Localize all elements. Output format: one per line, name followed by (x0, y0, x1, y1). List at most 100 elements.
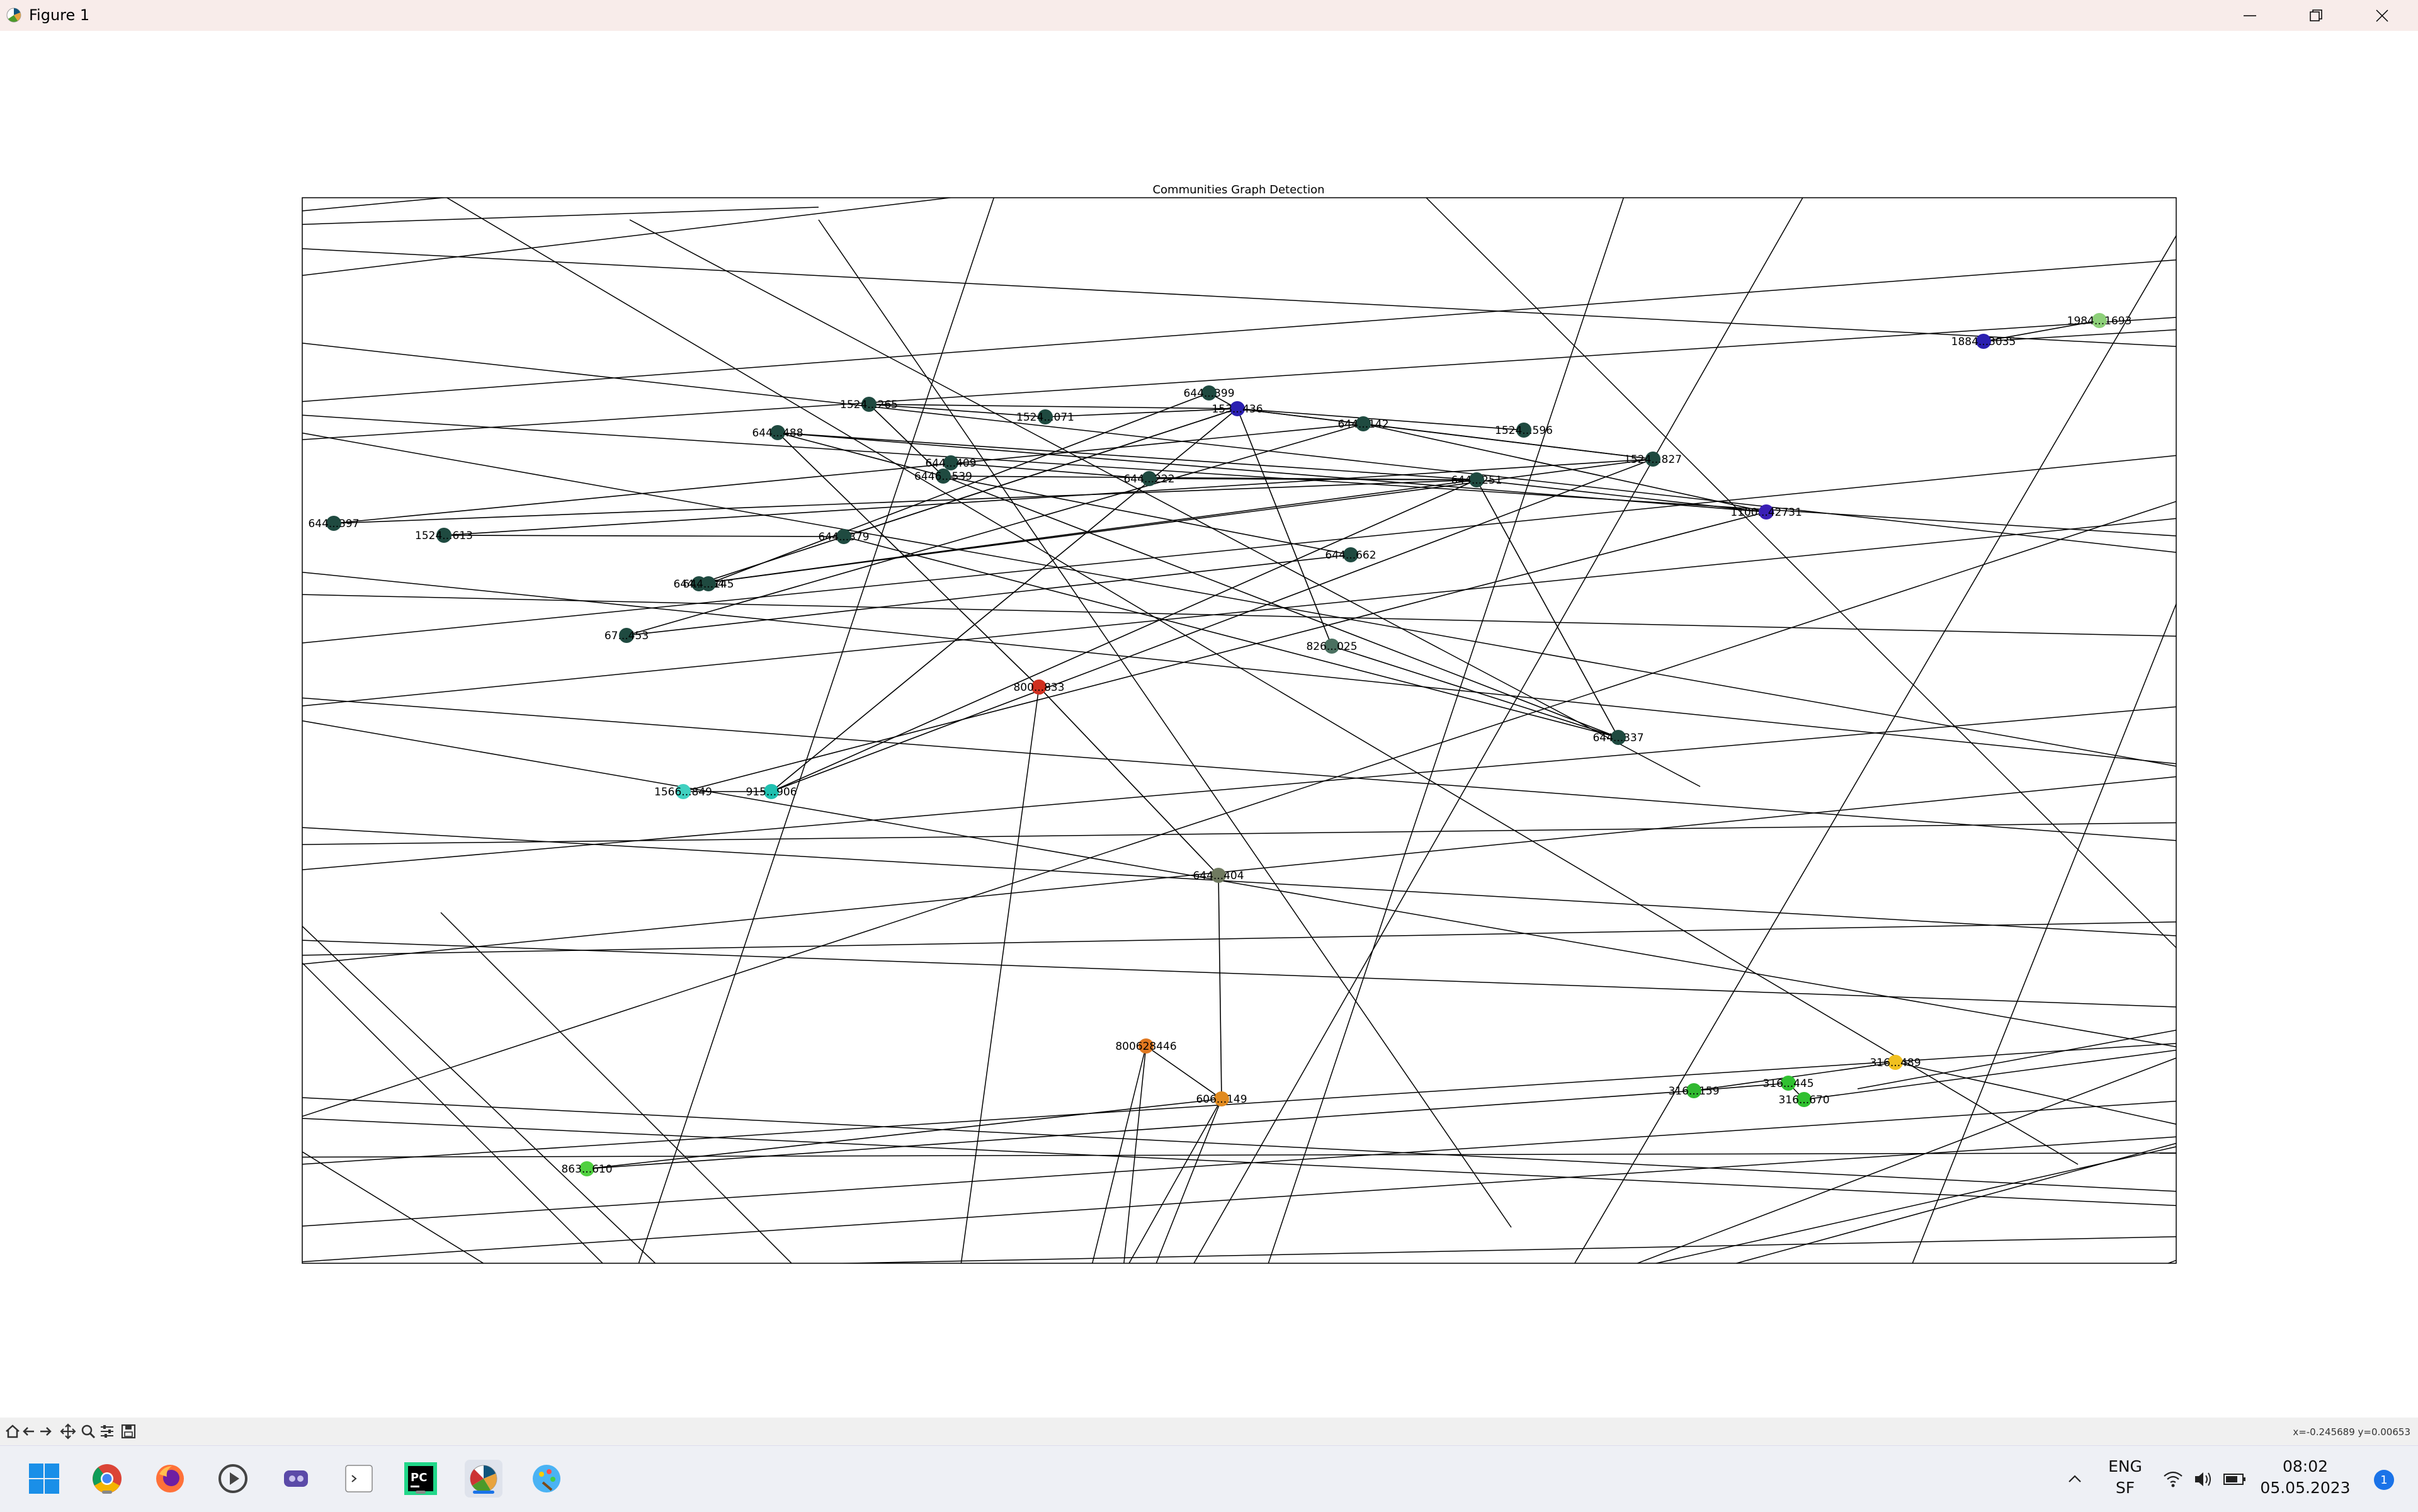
graph-node: 1524...613 (415, 528, 473, 543)
close-button[interactable] (2349, 0, 2415, 31)
clock-time[interactable]: 08:02 (2258, 1457, 2353, 1475)
graph-node: 1984...1693 (2067, 313, 2132, 328)
language-indicator[interactable]: ENG (2103, 1457, 2147, 1475)
save-icon[interactable] (120, 1423, 137, 1440)
running-indicator (416, 1491, 426, 1494)
clock-date[interactable]: 05.05.2023 (2258, 1479, 2353, 1497)
figure-canvas[interactable]: Communities Graph Detection 1524...265 15… (0, 31, 2418, 1418)
graph-node: 800628446 (1115, 1038, 1177, 1054)
graph-node: 644...397 (308, 516, 360, 531)
graph-edge (302, 571, 2176, 765)
forward-icon[interactable] (37, 1423, 54, 1440)
graph-node-label: 800...833 (1013, 681, 1064, 694)
graph-edge (443, 535, 844, 537)
windows-start-button[interactable] (25, 1460, 63, 1498)
graph-edge (960, 686, 1040, 1263)
graph-node-label: 1524...827 (1624, 453, 1682, 466)
firefox-button[interactable] (151, 1460, 189, 1498)
graph-node-label: 915...906 (746, 786, 797, 799)
graph-node: 644...142 (1337, 416, 1389, 431)
graph-node-label: 1524...071 (1016, 411, 1074, 424)
figure-toolbar: x=-0.245689 y=0.00653 (0, 1418, 2418, 1445)
graph-edge (1912, 602, 2176, 1263)
graph-edge (1895, 1062, 2176, 1125)
minimize-button[interactable] (2216, 0, 2283, 31)
graph-node-label: 644...142 (1337, 418, 1388, 431)
graph-edge (629, 219, 1701, 787)
window-title: Figure 1 (29, 6, 90, 24)
graph-node-label: 606...149 (1196, 1093, 1247, 1106)
graph-edge (302, 921, 2176, 956)
zoom-icon[interactable] (79, 1423, 97, 1440)
graph-edge (1857, 1030, 2176, 1089)
graph-node: 316...445 (1762, 1076, 1814, 1091)
graph-edge (302, 822, 2176, 845)
graph-plot[interactable]: Communities Graph Detection 1524...26515… (0, 31, 2418, 1418)
graph-node-label: 863...610 (561, 1163, 612, 1176)
battery-icon[interactable] (2223, 1470, 2247, 1489)
graph-node: 153...436 (1212, 401, 1263, 416)
maximize-button[interactable] (2283, 0, 2349, 31)
wifi-icon[interactable] (2162, 1469, 2184, 1490)
graph-edge (818, 219, 1512, 1228)
graph-edge (771, 408, 1238, 792)
volume-icon[interactable] (2193, 1469, 2214, 1490)
terminal-button[interactable] (340, 1460, 378, 1498)
paint-button[interactable] (528, 1460, 565, 1498)
graph-edge (302, 501, 2176, 1117)
media-player-button[interactable] (214, 1460, 252, 1498)
graph-edge (302, 720, 2176, 1047)
configure-subplots-icon[interactable] (98, 1423, 116, 1440)
chrome-button[interactable] (88, 1460, 126, 1498)
graph-node: 644...222 (1123, 471, 1175, 486)
graph-edge (708, 392, 1210, 584)
graph-node-label: 644...488 (752, 427, 803, 440)
graph-edge (302, 248, 2176, 347)
home-icon[interactable] (4, 1423, 21, 1440)
graph-node: 863...610 (561, 1161, 613, 1176)
graph-node-label: 826...025 (1306, 640, 1357, 653)
vpn-icon (284, 1470, 308, 1487)
graph-edge (626, 423, 1364, 636)
firefox-icon (156, 1465, 184, 1492)
graph-node: 316...670 (1778, 1092, 1830, 1107)
keyboard-layout[interactable]: SF (2103, 1479, 2147, 1497)
graph-node-label: 644...145 (683, 578, 734, 591)
graph-node: 826...025 (1306, 639, 1358, 654)
vpn-button[interactable] (277, 1460, 315, 1498)
graph-nodes: 1524...265 1524...071 644...399 153...436 64… (308, 313, 2131, 1176)
graph-node: 644...399 (1183, 385, 1235, 401)
running-indicator (102, 1491, 112, 1494)
graph-edge (1734, 1142, 2176, 1263)
plot-title: Communities Graph Detection (1152, 183, 1324, 196)
minimize-icon (2243, 14, 2256, 16)
graph-node-label: 1984...1693 (2067, 315, 2132, 327)
graph-edge (1636, 1057, 2176, 1263)
chrome-icon (93, 1464, 122, 1493)
graph-edge (440, 912, 793, 1263)
graph-node: 644...145 (683, 576, 734, 591)
pycharm-button[interactable]: PC (402, 1460, 440, 1498)
taskbar: PC ENG SF 08:02 05.05.2023 1 (0, 1445, 2418, 1512)
graph-node: 644...488 (752, 425, 803, 440)
pan-icon[interactable] (59, 1423, 77, 1440)
graph-node-label: 316...159 (1668, 1085, 1719, 1098)
graph-node: 915...906 (746, 784, 797, 799)
matplotlib-figure-icon (470, 1465, 497, 1492)
graph-edge (1091, 1045, 1147, 1263)
graph-node: 316...489 (1870, 1055, 1921, 1070)
graph-node-label: 644...404 (1193, 870, 1244, 882)
paint-icon (533, 1465, 560, 1492)
back-icon[interactable] (20, 1423, 38, 1440)
graph-edge (302, 1152, 2176, 1158)
graph-node-label: 644...397 (308, 518, 359, 530)
graph-edge (1145, 1045, 1222, 1100)
chevron-up-icon[interactable] (2065, 1470, 2084, 1489)
graph-edge (302, 697, 2176, 841)
graph-node: 606...149 (1196, 1091, 1247, 1106)
matplotlib-icon (6, 8, 21, 23)
graph-edge (1193, 198, 1803, 1263)
notification-badge[interactable]: 1 (2374, 1470, 2394, 1490)
matplotlib-figure-button[interactable] (465, 1460, 502, 1498)
graph-edge (1038, 686, 1219, 876)
